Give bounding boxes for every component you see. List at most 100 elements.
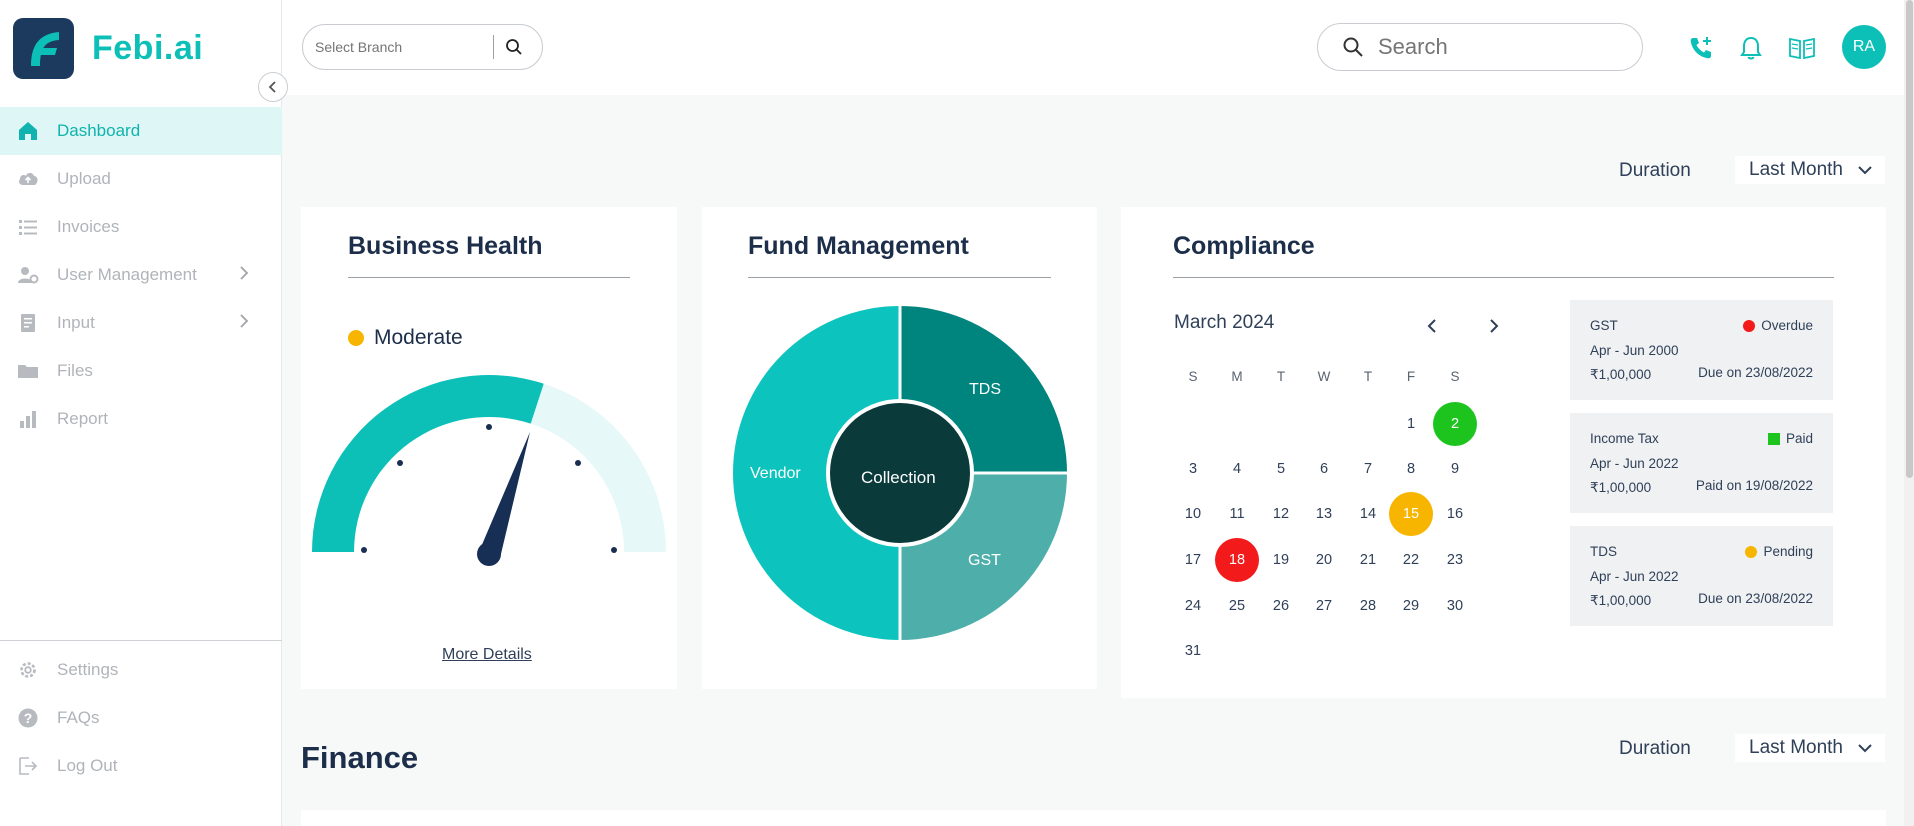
more-details-link[interactable]: More Details	[442, 646, 532, 664]
sidebar-item-label: User Management	[57, 265, 197, 284]
search-icon	[506, 39, 522, 55]
sidebar-item-faqs[interactable]: ? FAQs	[0, 694, 282, 742]
calendar-day[interactable]: 6	[1302, 447, 1346, 491]
finance-duration-select[interactable]: Last Month	[1735, 734, 1885, 762]
status-badge: Overdue	[1743, 318, 1813, 333]
sidebar-item-logout[interactable]: Log Out	[0, 742, 282, 790]
list-icon	[16, 215, 40, 239]
chevron-right-icon	[240, 266, 249, 280]
app-logo[interactable]: Febi.ai	[13, 18, 203, 79]
gauge-tick	[361, 547, 367, 553]
calendar-day[interactable]: 19	[1259, 538, 1303, 582]
gauge-tick	[611, 547, 617, 553]
status-dot	[1745, 545, 1758, 558]
sidebar-item-settings[interactable]: Settings	[0, 646, 282, 694]
calendar-day[interactable]: 9	[1433, 447, 1477, 491]
fund-label-vendor: Vendor	[750, 465, 801, 482]
calendar-day[interactable]: 25	[1215, 584, 1259, 628]
calendar-day[interactable]: 28	[1346, 584, 1390, 628]
scrollbar-thumb[interactable]	[1906, 0, 1913, 478]
calendar-month: March 2024	[1174, 312, 1275, 333]
home-icon	[16, 119, 40, 143]
calendar-day[interactable]: 16	[1433, 492, 1477, 536]
finance-card	[301, 810, 1886, 826]
calendar-day[interactable]: 5	[1259, 447, 1303, 491]
compliance-title: Compliance	[1173, 232, 1315, 260]
calendar-day[interactable]: 23	[1433, 538, 1477, 582]
cloud-upload-icon	[16, 167, 40, 191]
branch-search-button[interactable]	[494, 27, 534, 67]
app-name: Febi.ai	[92, 29, 204, 67]
gear-icon	[16, 658, 40, 682]
calendar-prev-button[interactable]	[1420, 314, 1444, 338]
calendar-day[interactable]: 27	[1302, 584, 1346, 628]
fund-center-label: Collection	[861, 468, 936, 487]
logo-mark-icon	[13, 18, 74, 79]
calendar-weekday: S	[1450, 368, 1460, 384]
status-label: Paid	[1785, 431, 1813, 446]
sidebar-item-invoices[interactable]: Invoices	[0, 203, 282, 251]
calendar-day[interactable]: 4	[1215, 447, 1259, 491]
compliance-item[interactable]: Income Tax Paid Apr - Jun 2022 ₹1,00,000…	[1570, 413, 1833, 513]
sidebar-item-files[interactable]: Files	[0, 347, 282, 395]
calendar-day[interactable]: 18	[1215, 538, 1259, 582]
calendar-day[interactable]: 20	[1302, 538, 1346, 582]
sidebar: Febi.ai Dashboard Upload Invoices User M…	[0, 0, 288, 826]
calendar-weekday: W	[1317, 368, 1331, 384]
sidebar-item-label: Report	[57, 409, 109, 428]
calendar-day[interactable]: 30	[1433, 584, 1477, 628]
calendar-day[interactable]: 21	[1346, 538, 1390, 582]
branch-selector	[302, 24, 543, 70]
bar-chart-icon	[16, 407, 40, 431]
calendar-day[interactable]: 8	[1389, 447, 1433, 491]
calendar-day[interactable]: 26	[1259, 584, 1303, 628]
calendar-day[interactable]: 31	[1171, 629, 1215, 673]
calendar-day[interactable]: 29	[1389, 584, 1433, 628]
branch-input[interactable]	[303, 32, 493, 62]
bell-icon[interactable]	[1736, 33, 1766, 63]
health-status: Moderate	[348, 326, 463, 350]
calendar-weekday: T	[1363, 368, 1373, 384]
sidebar-item-report[interactable]: Report	[0, 395, 282, 443]
calendar-day[interactable]: 11	[1215, 492, 1259, 536]
calendar-day[interactable]: 2	[1433, 402, 1477, 446]
compliance-item-due: Due on 23/08/2022	[1698, 365, 1813, 380]
business-health-title: Business Health	[348, 232, 543, 260]
compliance-item[interactable]: TDS Pending Apr - Jun 2022 ₹1,00,000 Due…	[1570, 526, 1833, 626]
calendar-day[interactable]: 15	[1389, 492, 1433, 536]
chevron-down-icon	[1858, 744, 1872, 753]
duration-value: Last Month	[1749, 159, 1843, 180]
fund-label-gst: GST	[968, 552, 1001, 569]
calendar-day[interactable]: 10	[1171, 492, 1215, 536]
sidebar-item-label: Settings	[57, 660, 119, 679]
calendar-next-button[interactable]	[1482, 314, 1506, 338]
calendar-day[interactable]: 1	[1389, 402, 1433, 446]
collapse-sidebar-button[interactable]	[258, 72, 288, 102]
status-badge: Paid	[1767, 431, 1813, 446]
document-icon	[16, 311, 40, 335]
calendar-weekday: T	[1276, 368, 1286, 384]
sidebar-item-upload[interactable]: Upload	[0, 155, 282, 203]
calendar-day[interactable]: 13	[1302, 492, 1346, 536]
sidebar-item-input[interactable]: Input	[0, 299, 282, 347]
book-icon[interactable]	[1787, 33, 1817, 63]
calendar-day[interactable]: 22	[1389, 538, 1433, 582]
user-avatar[interactable]: RA	[1842, 25, 1886, 69]
sidebar-item-user-management[interactable]: User Management	[0, 251, 282, 299]
card-divider	[348, 277, 630, 278]
duration-select[interactable]: Last Month	[1735, 156, 1885, 184]
calendar-day[interactable]: 14	[1346, 492, 1390, 536]
calendar-weekday: S	[1188, 368, 1198, 384]
calendar-day[interactable]: 3	[1171, 447, 1215, 491]
sidebar-item-dashboard[interactable]: Dashboard	[0, 107, 282, 155]
calendar-day[interactable]: 7	[1346, 447, 1390, 491]
calendar-day[interactable]: 12	[1259, 492, 1303, 536]
compliance-item-amount: ₹1,00,000	[1590, 367, 1652, 382]
add-call-icon[interactable]	[1686, 33, 1716, 63]
compliance-item[interactable]: GST Overdue Apr - Jun 2000 ₹1,00,000 Due…	[1570, 300, 1833, 400]
calendar-day[interactable]: 17	[1171, 538, 1215, 582]
gauge-tick	[397, 460, 403, 466]
sidebar-bottom-nav: Settings ? FAQs Log Out	[0, 646, 282, 790]
calendar-day[interactable]: 24	[1171, 584, 1215, 628]
search-input[interactable]	[1378, 34, 1618, 60]
